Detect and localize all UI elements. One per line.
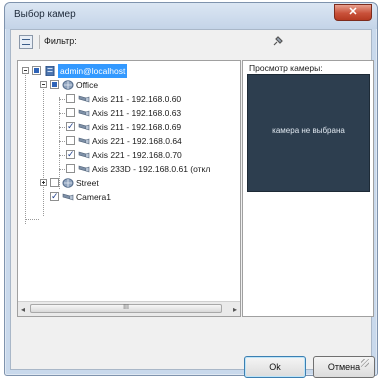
scroll-right-icon[interactable]: ▸ [233, 305, 237, 314]
camera-icon [78, 109, 90, 117]
camera-checkbox[interactable]: ✓ [66, 150, 75, 159]
tree-connector [59, 127, 65, 128]
scroll-thumb[interactable]: III [30, 304, 222, 313]
camera-checkbox[interactable]: ✓ [66, 122, 75, 131]
camera-label[interactable]: Axis 211 - 192.168.0.69 [92, 120, 181, 134]
camera-icon [78, 151, 90, 159]
tree-node-camera[interactable]: Axis 233D - 192.168.0.61 (откл [56, 162, 240, 176]
street-checkbox[interactable] [50, 178, 59, 187]
title-bar[interactable]: Выбор камер ✕ [5, 3, 377, 29]
tree-connector [59, 141, 65, 142]
group-icon [62, 178, 74, 188]
filter-bar: Фильтр: [11, 30, 371, 54]
preview-empty-text: камера не выбрана [272, 126, 345, 135]
pin-icon[interactable] [273, 36, 283, 46]
camera1-label[interactable]: Camera1 [76, 190, 111, 204]
camera-checkbox[interactable] [66, 136, 75, 145]
camera-icon [62, 193, 74, 201]
tree-connector [59, 169, 65, 170]
close-button[interactable]: ✕ [334, 4, 372, 21]
filter-list-icon[interactable] [19, 35, 33, 49]
root-checkbox[interactable] [32, 66, 41, 75]
camera-preview: камера не выбрана [247, 74, 370, 192]
camera-icon [78, 123, 90, 131]
toolbar-separator [39, 35, 40, 49]
camera-icon [78, 165, 90, 173]
tree-node-camera[interactable]: ✓ Axis 211 - 192.168.0.69 [56, 120, 240, 134]
camera-checkbox[interactable] [66, 94, 75, 103]
camera-label[interactable]: Axis 211 - 192.168.0.63 [92, 106, 181, 120]
tree-node-camera1[interactable]: ✓ Camera1 [40, 190, 230, 204]
camera-label[interactable]: Axis 221 - 192.168.0.64 [92, 134, 182, 148]
tree-connector [59, 113, 65, 114]
camera-icon [78, 95, 90, 103]
tree-node-root[interactable]: admin@localhost [22, 64, 232, 78]
tree-node-office[interactable]: Office [40, 78, 230, 92]
resize-grip[interactable] [361, 359, 369, 367]
office-checkbox[interactable] [50, 80, 59, 89]
window-title: Выбор камер [14, 9, 76, 20]
filter-label[interactable]: Фильтр: [44, 36, 77, 46]
tree-node-camera[interactable]: Axis 211 - 192.168.0.63 [56, 106, 240, 120]
root-label[interactable]: admin@localhost [58, 64, 128, 78]
tree-connector [59, 99, 65, 100]
tree-connector [25, 219, 39, 220]
camera-label[interactable]: Axis 211 - 192.168.0.60 [92, 92, 181, 106]
tree-connector [59, 155, 65, 156]
tree-node-street[interactable]: Street [40, 176, 230, 190]
camera-checkbox[interactable] [66, 108, 75, 117]
collapse-toggle[interactable] [22, 67, 29, 74]
scroll-left-icon[interactable]: ◂ [21, 305, 25, 314]
tree-node-camera[interactable]: Axis 221 - 192.168.0.64 [56, 134, 240, 148]
camera-checkbox[interactable] [66, 164, 75, 173]
camera1-checkbox[interactable]: ✓ [50, 192, 59, 201]
ok-button[interactable]: Ok [244, 356, 306, 378]
street-label[interactable]: Street [76, 176, 99, 190]
preview-label: Просмотр камеры: [249, 63, 323, 73]
camera-icon [78, 137, 90, 145]
tree-connector [25, 71, 26, 224]
camera-label[interactable]: Axis 233D - 192.168.0.61 (откл [92, 162, 210, 176]
office-label[interactable]: Office [76, 78, 98, 92]
dialog-client: Фильтр: admin@localhost Office Axis 211 … [10, 29, 375, 378]
camera-label[interactable]: Axis 221 - 192.168.0.70 [92, 148, 182, 162]
server-icon [45, 66, 55, 76]
collapse-toggle[interactable] [40, 81, 47, 88]
expand-toggle[interactable] [40, 179, 47, 186]
camera-select-dialog: Выбор камер ✕ Фильтр: admin@localhost Of… [4, 2, 378, 378]
tree-node-camera[interactable]: Axis 211 - 192.168.0.60 [56, 92, 240, 106]
camera-tree[interactable]: admin@localhost Office Axis 211 - 192.16… [17, 60, 241, 317]
tree-node-camera[interactable]: ✓ Axis 221 - 192.168.0.70 [56, 148, 240, 162]
horizontal-scrollbar[interactable]: ◂ III ▸ [18, 301, 240, 316]
group-icon [62, 80, 74, 90]
